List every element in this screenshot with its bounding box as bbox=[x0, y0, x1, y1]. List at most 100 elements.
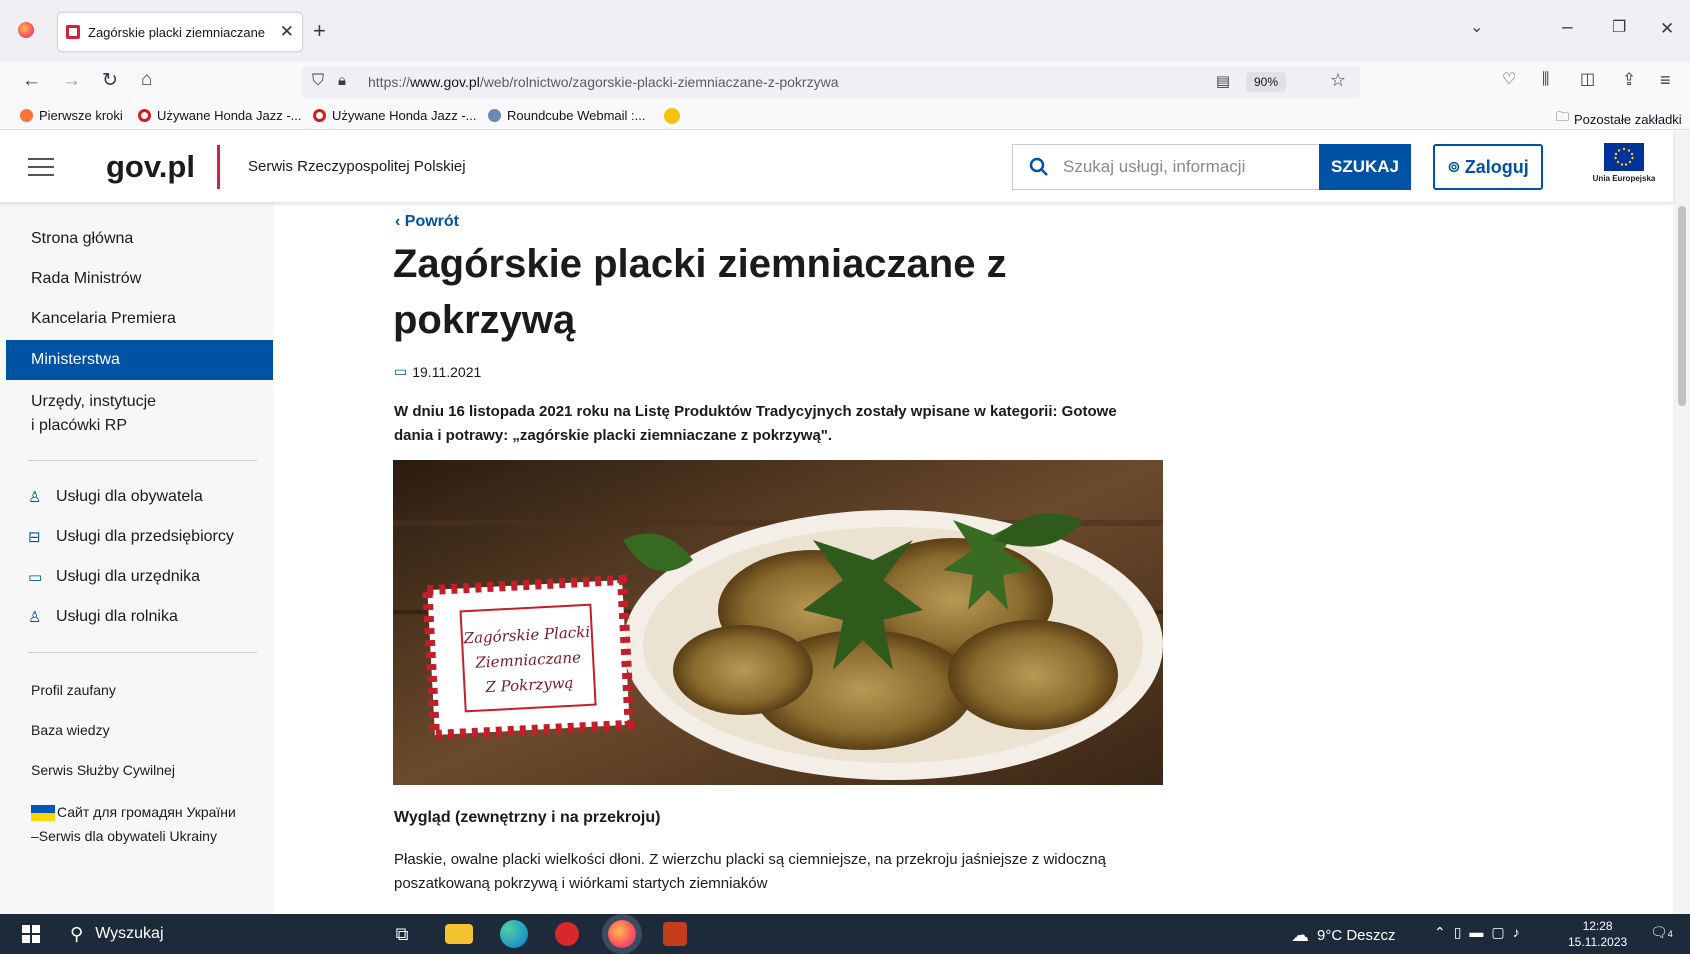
list-tabs-icon[interactable]: ⌄ bbox=[1470, 20, 1483, 36]
search-icon: ⚲ bbox=[70, 923, 84, 944]
bookmark-item[interactable]: Roundcube Webmail :... bbox=[488, 108, 646, 123]
bookmark-item[interactable] bbox=[664, 108, 686, 124]
search-button[interactable]: SZUKAJ bbox=[1319, 144, 1411, 190]
bookmark-label: Używane Honda Jazz -... bbox=[332, 108, 477, 123]
search-input[interactable]: Szukaj usługi, informacji bbox=[1012, 144, 1320, 190]
minimize-icon[interactable]: – bbox=[1562, 18, 1573, 37]
scrollbar-thumb[interactable] bbox=[1678, 206, 1686, 406]
ukraine-label: Сайт для громадян України bbox=[57, 804, 236, 820]
person-icon: ♙ bbox=[28, 489, 42, 506]
url-text: https://www.gov.pl/web/rolnictwo/zagorsk… bbox=[368, 74, 839, 90]
other-bookmarks[interactable]: 🗀︎ Pozostałe zakładki bbox=[1556, 108, 1682, 130]
back-arrow-icon[interactable]: ← bbox=[22, 71, 41, 90]
bookmark-label: Roundcube Webmail :... bbox=[507, 108, 646, 123]
sidebar-icon[interactable]: ◫ bbox=[1580, 72, 1595, 88]
chevron-left-icon: ‹ bbox=[395, 213, 405, 230]
sidebar-item-home[interactable]: Strona główna bbox=[31, 230, 133, 248]
reload-icon[interactable]: ↻ bbox=[102, 71, 118, 90]
tab-title: Zagórskie placki ziemniaczane bbox=[88, 24, 266, 40]
article-date: ▭ 19.11.2021 bbox=[394, 363, 481, 380]
sidebar: Strona główna Rada Ministrów Kancelaria … bbox=[0, 202, 274, 914]
file-explorer-icon[interactable] bbox=[445, 924, 473, 944]
sidebar-link-ukraine[interactable]: Сайт для громадян України –Serwis dla ob… bbox=[31, 800, 236, 848]
weather-widget[interactable]: ☁ 9°C Deszcz bbox=[1291, 925, 1396, 946]
section-heading: Wygląd (zewnętrzny i na przekroju) bbox=[394, 809, 661, 826]
restore-icon[interactable]: ❐ bbox=[1612, 20, 1626, 36]
edge-icon[interactable] bbox=[500, 920, 528, 948]
clock[interactable]: 12:28 15.11.2023 bbox=[1568, 918, 1627, 950]
close-window-icon[interactable]: ✕ bbox=[1660, 20, 1674, 37]
lock-icon[interactable]: 🔒︎ bbox=[338, 72, 346, 89]
hamburger-menu-icon[interactable] bbox=[28, 158, 54, 176]
bookmark-star-icon[interactable]: ☆ bbox=[1330, 70, 1346, 91]
sidebar-item-ministries[interactable]: Ministerstwa bbox=[6, 340, 273, 380]
sidebar-item-council[interactable]: Rada Ministrów bbox=[31, 270, 141, 288]
tab-close-icon[interactable]: ✕ bbox=[280, 22, 294, 42]
article-photo: Zagórskie Placki Ziemniaczane Z Pokrzywą bbox=[393, 460, 1163, 785]
sidebar-item-label: i placówki RP bbox=[31, 417, 128, 434]
notification-count: 4 bbox=[1667, 929, 1673, 939]
other-bookmarks-label: Pozostałe zakładki bbox=[1574, 111, 1682, 127]
tray-icons[interactable]: ⌃▯▬▢♪ bbox=[1434, 924, 1528, 941]
laptop-icon: ▭ bbox=[28, 569, 43, 586]
date-label: 19.11.2021 bbox=[412, 363, 482, 380]
firefox-taskbar-icon[interactable] bbox=[608, 920, 636, 948]
eu-badge[interactable]: Unia Europejska bbox=[1582, 137, 1666, 197]
login-label: Zaloguj bbox=[1464, 156, 1529, 177]
search-placeholder: Szukaj usługi, informacji bbox=[1063, 157, 1246, 176]
forward-arrow-icon[interactable]: → bbox=[62, 71, 81, 90]
library-icon[interactable]: ⫼ bbox=[1542, 72, 1549, 88]
pocket-icon[interactable]: ♡ bbox=[1502, 72, 1516, 88]
sidebar-service-official[interactable]: ▭ Usługi dla urzędnika bbox=[28, 568, 200, 586]
sidebar-link-trusted-profile[interactable]: Profil zaufany bbox=[31, 682, 116, 698]
address-bar[interactable]: ⛉ 🔒︎ https://www.gov.pl/web/rolnictwo/za… bbox=[302, 66, 1360, 98]
clock-date: 15.11.2023 bbox=[1568, 935, 1628, 949]
sidebar-service-business[interactable]: ⊟ Usługi dla przedsiębiorcy bbox=[28, 528, 234, 546]
search-icon bbox=[1029, 157, 1048, 176]
shield-icon[interactable]: ⛉ bbox=[312, 72, 324, 90]
powerpoint-icon[interactable] bbox=[663, 922, 687, 946]
home-icon[interactable]: ⌂ bbox=[141, 70, 152, 89]
taskbar-search[interactable]: ⚲ Wyszukaj bbox=[70, 914, 368, 954]
sidebar-link-civil-service[interactable]: Serwis Służby Cywilnej bbox=[31, 762, 175, 778]
sidebar-item-label: Ministerstwa bbox=[31, 351, 120, 368]
tab-active[interactable]: Zagórskie placki ziemniaczane ✕ bbox=[58, 13, 302, 51]
notifications-icon[interactable]: 🗨︎4 bbox=[1650, 924, 1673, 941]
bookmark-item[interactable]: Używane Honda Jazz -... bbox=[313, 108, 477, 123]
ukraine-flag-icon bbox=[31, 805, 55, 822]
page-scrollbar[interactable] bbox=[1673, 131, 1690, 914]
new-tab-icon[interactable]: + bbox=[313, 20, 326, 42]
task-view-icon[interactable]: ⧉ bbox=[388, 920, 416, 948]
sidebar-link-knowledge-base[interactable]: Baza wiedzy bbox=[31, 722, 110, 738]
sidebar-item-label: Urzędy, instytucje bbox=[31, 393, 157, 410]
sidebar-service-citizen[interactable]: ♙ Usługi dla obywatela bbox=[28, 488, 203, 506]
service-label: Usługi dla urzędnika bbox=[56, 568, 201, 585]
divider bbox=[28, 652, 257, 653]
sidebar-item-offices[interactable]: Urzędy, instytucje i placówki RP bbox=[31, 390, 156, 438]
sidebar-service-farmer[interactable]: ♙ Usługi dla rolnika bbox=[28, 608, 178, 626]
gov-logo[interactable]: gov.pl bbox=[106, 149, 195, 185]
sidebar-item-chancellery[interactable]: Kancelaria Premiera bbox=[31, 310, 176, 328]
windows-start-icon[interactable] bbox=[22, 925, 40, 943]
article-lead: W dniu 16 listopada 2021 roku na Listę P… bbox=[394, 403, 1117, 444]
cloud-rain-icon: ☁ bbox=[1291, 925, 1309, 945]
share-icon[interactable]: ⇪ bbox=[1622, 71, 1636, 88]
bookmark-item[interactable]: Używane Honda Jazz -... bbox=[138, 108, 302, 123]
app-red-icon[interactable] bbox=[555, 922, 579, 946]
login-button[interactable]: ⊚ Zaloguj bbox=[1433, 144, 1543, 190]
back-link[interactable]: ‹ Powrót bbox=[395, 213, 459, 231]
roundcube-icon bbox=[488, 109, 501, 122]
firefox-menu-icon[interactable] bbox=[18, 22, 34, 38]
weather-label: 9°C Deszcz bbox=[1317, 927, 1396, 944]
bookmark-item[interactable]: Pierwsze kroki bbox=[20, 108, 123, 123]
reader-view-icon[interactable]: ▤ bbox=[1216, 72, 1230, 90]
browser-toolbar: ← → ↻ ⌂ ⛉ 🔒︎ https://www.gov.pl/web/roln… bbox=[0, 62, 1690, 102]
person-icon: ♙ bbox=[28, 609, 42, 626]
page-title: Zagórskie placki ziemniaczane z pokrzywą bbox=[393, 242, 1007, 342]
back-label: Powrót bbox=[404, 213, 459, 230]
section-text: Płaskie, owalne placki wielkości dłoni. … bbox=[394, 851, 1106, 892]
service-name: Serwis Rzeczypospolitej Polskiej bbox=[248, 158, 466, 175]
app-menu-icon[interactable]: ≡ bbox=[1660, 71, 1671, 89]
zoom-level[interactable]: 90% bbox=[1245, 72, 1286, 92]
yellow-circle-icon bbox=[664, 108, 680, 124]
